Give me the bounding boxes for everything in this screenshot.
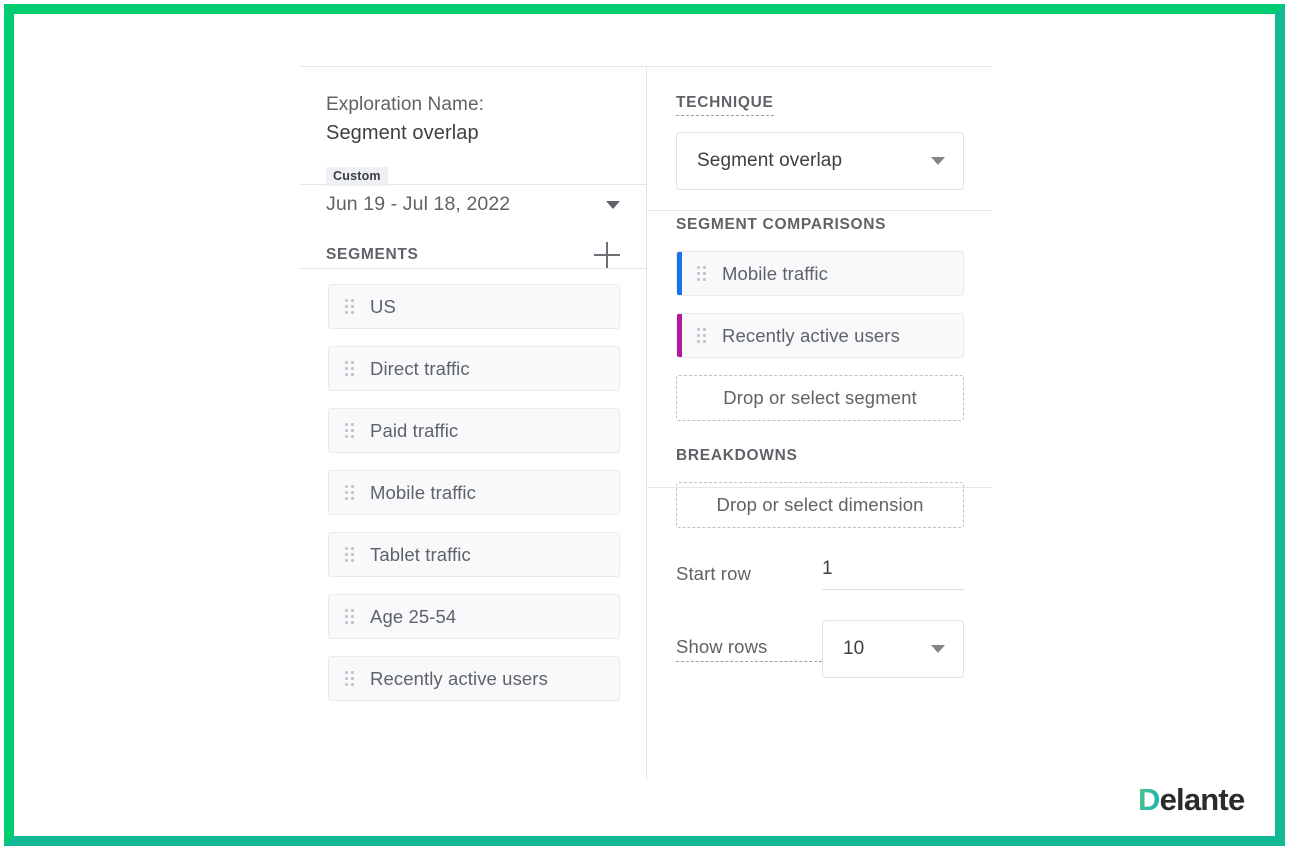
segment-comparisons-section: SEGMENT COMPARISONS Mobile traffic Recen…	[646, 190, 992, 421]
logo-wordmark: elante	[1159, 782, 1246, 817]
chevron-down-icon	[606, 200, 620, 209]
logo-initial: D	[1138, 782, 1160, 817]
list-item[interactable]: Age 25-54	[328, 594, 620, 639]
list-item[interactable]: Mobile traffic	[328, 470, 620, 515]
exploration-name-label: Exploration Name:	[326, 94, 484, 115]
segment-label: Paid traffic	[370, 419, 459, 441]
segment-comparisons-list: Mobile traffic Recently active users	[676, 251, 964, 358]
list-item[interactable]: Direct traffic	[328, 346, 620, 391]
segment-comparisons-title: SEGMENT COMPARISONS	[676, 216, 887, 233]
ga4-exploration-settings-panel: Exploration Name: Segment overlap Custom…	[0, 0, 1289, 850]
date-range-block: Custom Jun 19 - Jul 18, 2022	[300, 145, 646, 216]
drag-handle-icon[interactable]	[345, 671, 354, 686]
start-row-value: 1	[822, 558, 833, 579]
chevron-down-icon	[931, 157, 945, 165]
date-range-selector[interactable]: Jun 19 - Jul 18, 2022	[326, 193, 620, 216]
list-item[interactable]: Paid traffic	[328, 408, 620, 453]
technique-section: TECHNIQUE Segment overlap	[646, 66, 992, 190]
date-range-badge: Custom	[326, 167, 388, 186]
list-item[interactable]: US	[328, 284, 620, 329]
segment-label: Age 25-54	[370, 605, 457, 627]
drag-handle-icon[interactable]	[345, 361, 354, 376]
segment-label: Tablet traffic	[370, 543, 471, 565]
date-range-value: Jun 19 - Jul 18, 2022	[326, 193, 511, 215]
drag-handle-icon[interactable]	[345, 609, 354, 624]
list-item[interactable]: Recently active users	[676, 313, 964, 358]
technique-title: TECHNIQUE	[676, 94, 774, 116]
show-rows-value: 10	[843, 638, 865, 659]
breakdowns-section: BREAKDOWNS Drop or select dimension Star…	[646, 421, 992, 678]
technique-selected-value: Segment overlap	[697, 150, 843, 171]
segment-label: Direct traffic	[370, 357, 470, 379]
start-row-field: Start row 1	[676, 558, 964, 590]
comparison-label: Mobile traffic	[722, 262, 828, 284]
segments-header: SEGMENTS	[300, 216, 646, 268]
show-rows-field: Show rows 10	[676, 620, 964, 678]
plus-icon[interactable]	[594, 242, 620, 268]
exploration-name-value[interactable]: Segment overlap	[300, 116, 646, 145]
segment-color-bar	[677, 252, 682, 295]
start-row-label: Start row	[676, 563, 751, 584]
left-settings-column: Exploration Name: Segment overlap Custom…	[300, 66, 646, 718]
delante-logo: Delante	[1138, 782, 1246, 817]
segment-dropzone[interactable]: Drop or select segment	[676, 375, 964, 421]
list-item[interactable]: Tablet traffic	[328, 532, 620, 577]
segment-color-bar	[677, 314, 682, 357]
drag-handle-icon[interactable]	[697, 266, 706, 281]
segment-label: Recently active users	[370, 667, 548, 689]
list-item[interactable]: Recently active users	[328, 656, 620, 701]
drag-handle-icon[interactable]	[697, 328, 706, 343]
drag-handle-icon[interactable]	[345, 299, 354, 314]
segment-label: US	[370, 295, 396, 317]
segments-title: SEGMENTS	[326, 246, 419, 263]
segments-list: US Direct traffic Paid traffic Mobile tr…	[300, 268, 646, 701]
start-row-input[interactable]: 1	[822, 558, 964, 590]
segment-label: Mobile traffic	[370, 481, 476, 503]
breakdowns-title: BREAKDOWNS	[676, 447, 798, 464]
comparison-label: Recently active users	[722, 324, 900, 346]
drag-handle-icon[interactable]	[345, 547, 354, 562]
dimension-dropzone[interactable]: Drop or select dimension	[676, 482, 964, 528]
show-rows-select[interactable]: 10	[822, 620, 964, 678]
drag-handle-icon[interactable]	[345, 423, 354, 438]
show-rows-label: Show rows	[676, 636, 822, 662]
right-settings-column: TECHNIQUE Segment overlap SEGMENT COMPAR…	[646, 66, 992, 678]
drag-handle-icon[interactable]	[345, 485, 354, 500]
list-item[interactable]: Mobile traffic	[676, 251, 964, 296]
chevron-down-icon	[931, 645, 945, 653]
technique-select[interactable]: Segment overlap	[676, 132, 964, 190]
